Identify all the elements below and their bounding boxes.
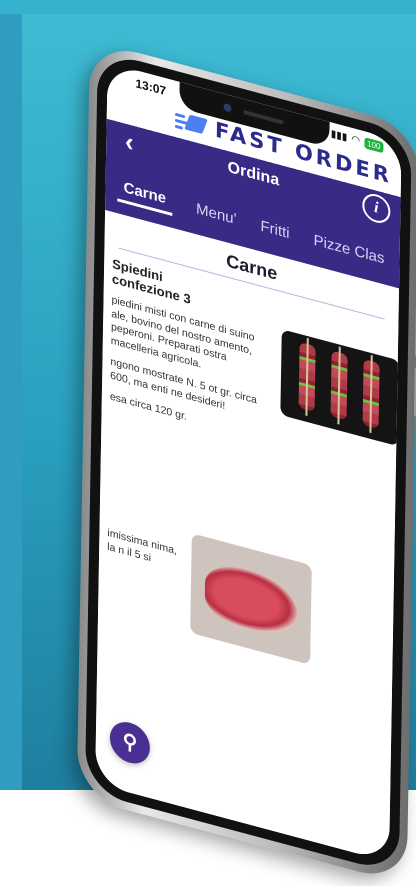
search-icon: ⚲ — [122, 729, 138, 756]
background-top-band — [0, 0, 416, 14]
info-button[interactable]: i — [362, 190, 391, 227]
signal-icon: ▮▮▮ — [330, 128, 348, 144]
app-screen: 13:07 ▮▮▮ ◠ 100 FAST ORDER ‹ Ordina i Ca… — [95, 62, 402, 862]
speaker-grille — [243, 109, 284, 125]
product-image-steak — [190, 533, 312, 665]
search-button[interactable]: ⚲ — [109, 717, 151, 768]
product-description: piedini misti con carne di suino ale, bo… — [109, 293, 258, 423]
tab-fritti[interactable]: Fritti — [260, 217, 289, 242]
info-icon: i — [373, 198, 379, 217]
product-image-skewers — [280, 329, 400, 447]
tab-carne[interactable]: Carne — [117, 173, 173, 216]
battery-icon: 100 — [363, 137, 384, 154]
camera-icon — [223, 102, 232, 113]
background-left-band — [0, 0, 22, 790]
tab-pizze-classiche[interactable]: Pizze Clas — [313, 231, 384, 267]
phone-device: 13:07 ▮▮▮ ◠ 100 FAST ORDER ‹ Ordina i Ca… — [76, 40, 416, 885]
status-time: 13:07 — [135, 76, 167, 99]
product-list: Carne Spiedini confezione 3 piedini mist… — [95, 210, 400, 862]
product-description: imissima nima, la n il 5 si — [107, 526, 178, 564]
wifi-icon: ◠ — [351, 133, 361, 148]
list-item[interactable]: imissima nima, la n il 5 si — [107, 511, 388, 665]
tab-menu[interactable]: Menu' — [196, 200, 237, 228]
